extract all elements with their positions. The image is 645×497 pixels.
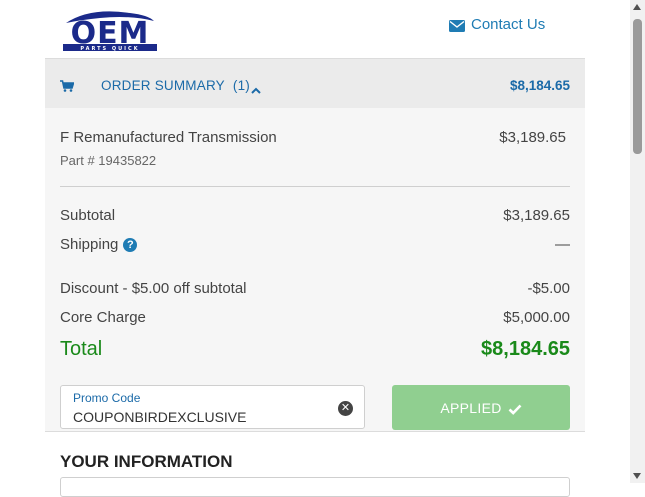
order-summary-count: (1)	[232, 78, 250, 93]
total-row: Total $8,184.65	[60, 338, 570, 361]
discount-value: -$5.00	[527, 280, 570, 297]
contact-us-link[interactable]: Contact Us	[449, 16, 545, 33]
question-circle-icon[interactable]: ?	[123, 238, 138, 252]
chevron-up-icon	[251, 81, 261, 94]
order-summary-label: ORDER SUMMARY (1)	[101, 78, 250, 93]
svg-text:PARTS QUICK: PARTS QUICK	[80, 46, 139, 52]
your-information-heading: YOUR INFORMATION	[60, 452, 233, 471]
subtotal-value: $3,189.65	[503, 207, 570, 224]
scroll-down-arrow-icon[interactable]	[633, 473, 641, 479]
envelope-icon	[449, 19, 465, 32]
discount-label: Discount - $5.00 off subtotal	[60, 280, 247, 297]
times-circle-icon[interactable]: ✕	[338, 401, 353, 416]
checkmark-icon	[508, 402, 522, 415]
line-item-part-number: Part # 19435822	[60, 153, 157, 168]
core-charge-row: Core Charge $5,000.00	[60, 309, 570, 326]
shipping-row: Shipping? —	[60, 236, 570, 253]
divider	[60, 186, 570, 187]
discount-row: Discount - $5.00 off subtotal -$5.00	[60, 280, 570, 297]
total-value: $8,184.65	[481, 338, 570, 360]
information-input-field[interactable]	[60, 477, 570, 497]
divider	[45, 431, 585, 432]
shipping-label: Shipping	[60, 236, 119, 253]
line-item-name: F Remanufactured Transmission	[60, 129, 277, 146]
core-charge-value: $5,000.00	[503, 309, 570, 326]
subtotal-label: Subtotal	[60, 207, 116, 224]
apply-promo-button[interactable]: APPLIED	[392, 385, 570, 430]
shipping-value: —	[555, 236, 570, 253]
promo-code-input[interactable]	[73, 409, 323, 425]
order-summary-panel: F Remanufactured Transmission $3,189.65 …	[45, 108, 585, 431]
promo-code-field[interactable]: Promo Code ✕	[60, 385, 365, 429]
page-scrollbar[interactable]	[630, 0, 645, 483]
subtotal-row: Subtotal $3,189.65	[60, 207, 570, 224]
line-item-price: $3,189.65	[499, 129, 566, 146]
core-charge-label: Core Charge	[60, 309, 146, 326]
order-summary-toggle[interactable]: ORDER SUMMARY (1) $8,184.65	[45, 58, 585, 109]
scroll-up-arrow-icon[interactable]	[633, 4, 641, 10]
line-item: F Remanufactured Transmission $3,189.65	[60, 129, 570, 146]
promo-code-label: Promo Code	[73, 391, 141, 405]
contact-us-label: Contact Us	[471, 16, 546, 33]
oem-parts-quick-logo[interactable]: OEM PARTS QUICK	[60, 9, 160, 53]
shopping-cart-icon	[60, 79, 75, 92]
order-summary-title: ORDER SUMMARY	[101, 78, 225, 93]
total-label: Total	[60, 338, 103, 360]
site-header: OEM PARTS QUICK Contact Us	[0, 0, 630, 58]
apply-button-label: APPLIED	[440, 399, 502, 416]
scrollbar-thumb[interactable]	[633, 19, 642, 154]
order-summary-total: $8,184.65	[509, 78, 570, 93]
